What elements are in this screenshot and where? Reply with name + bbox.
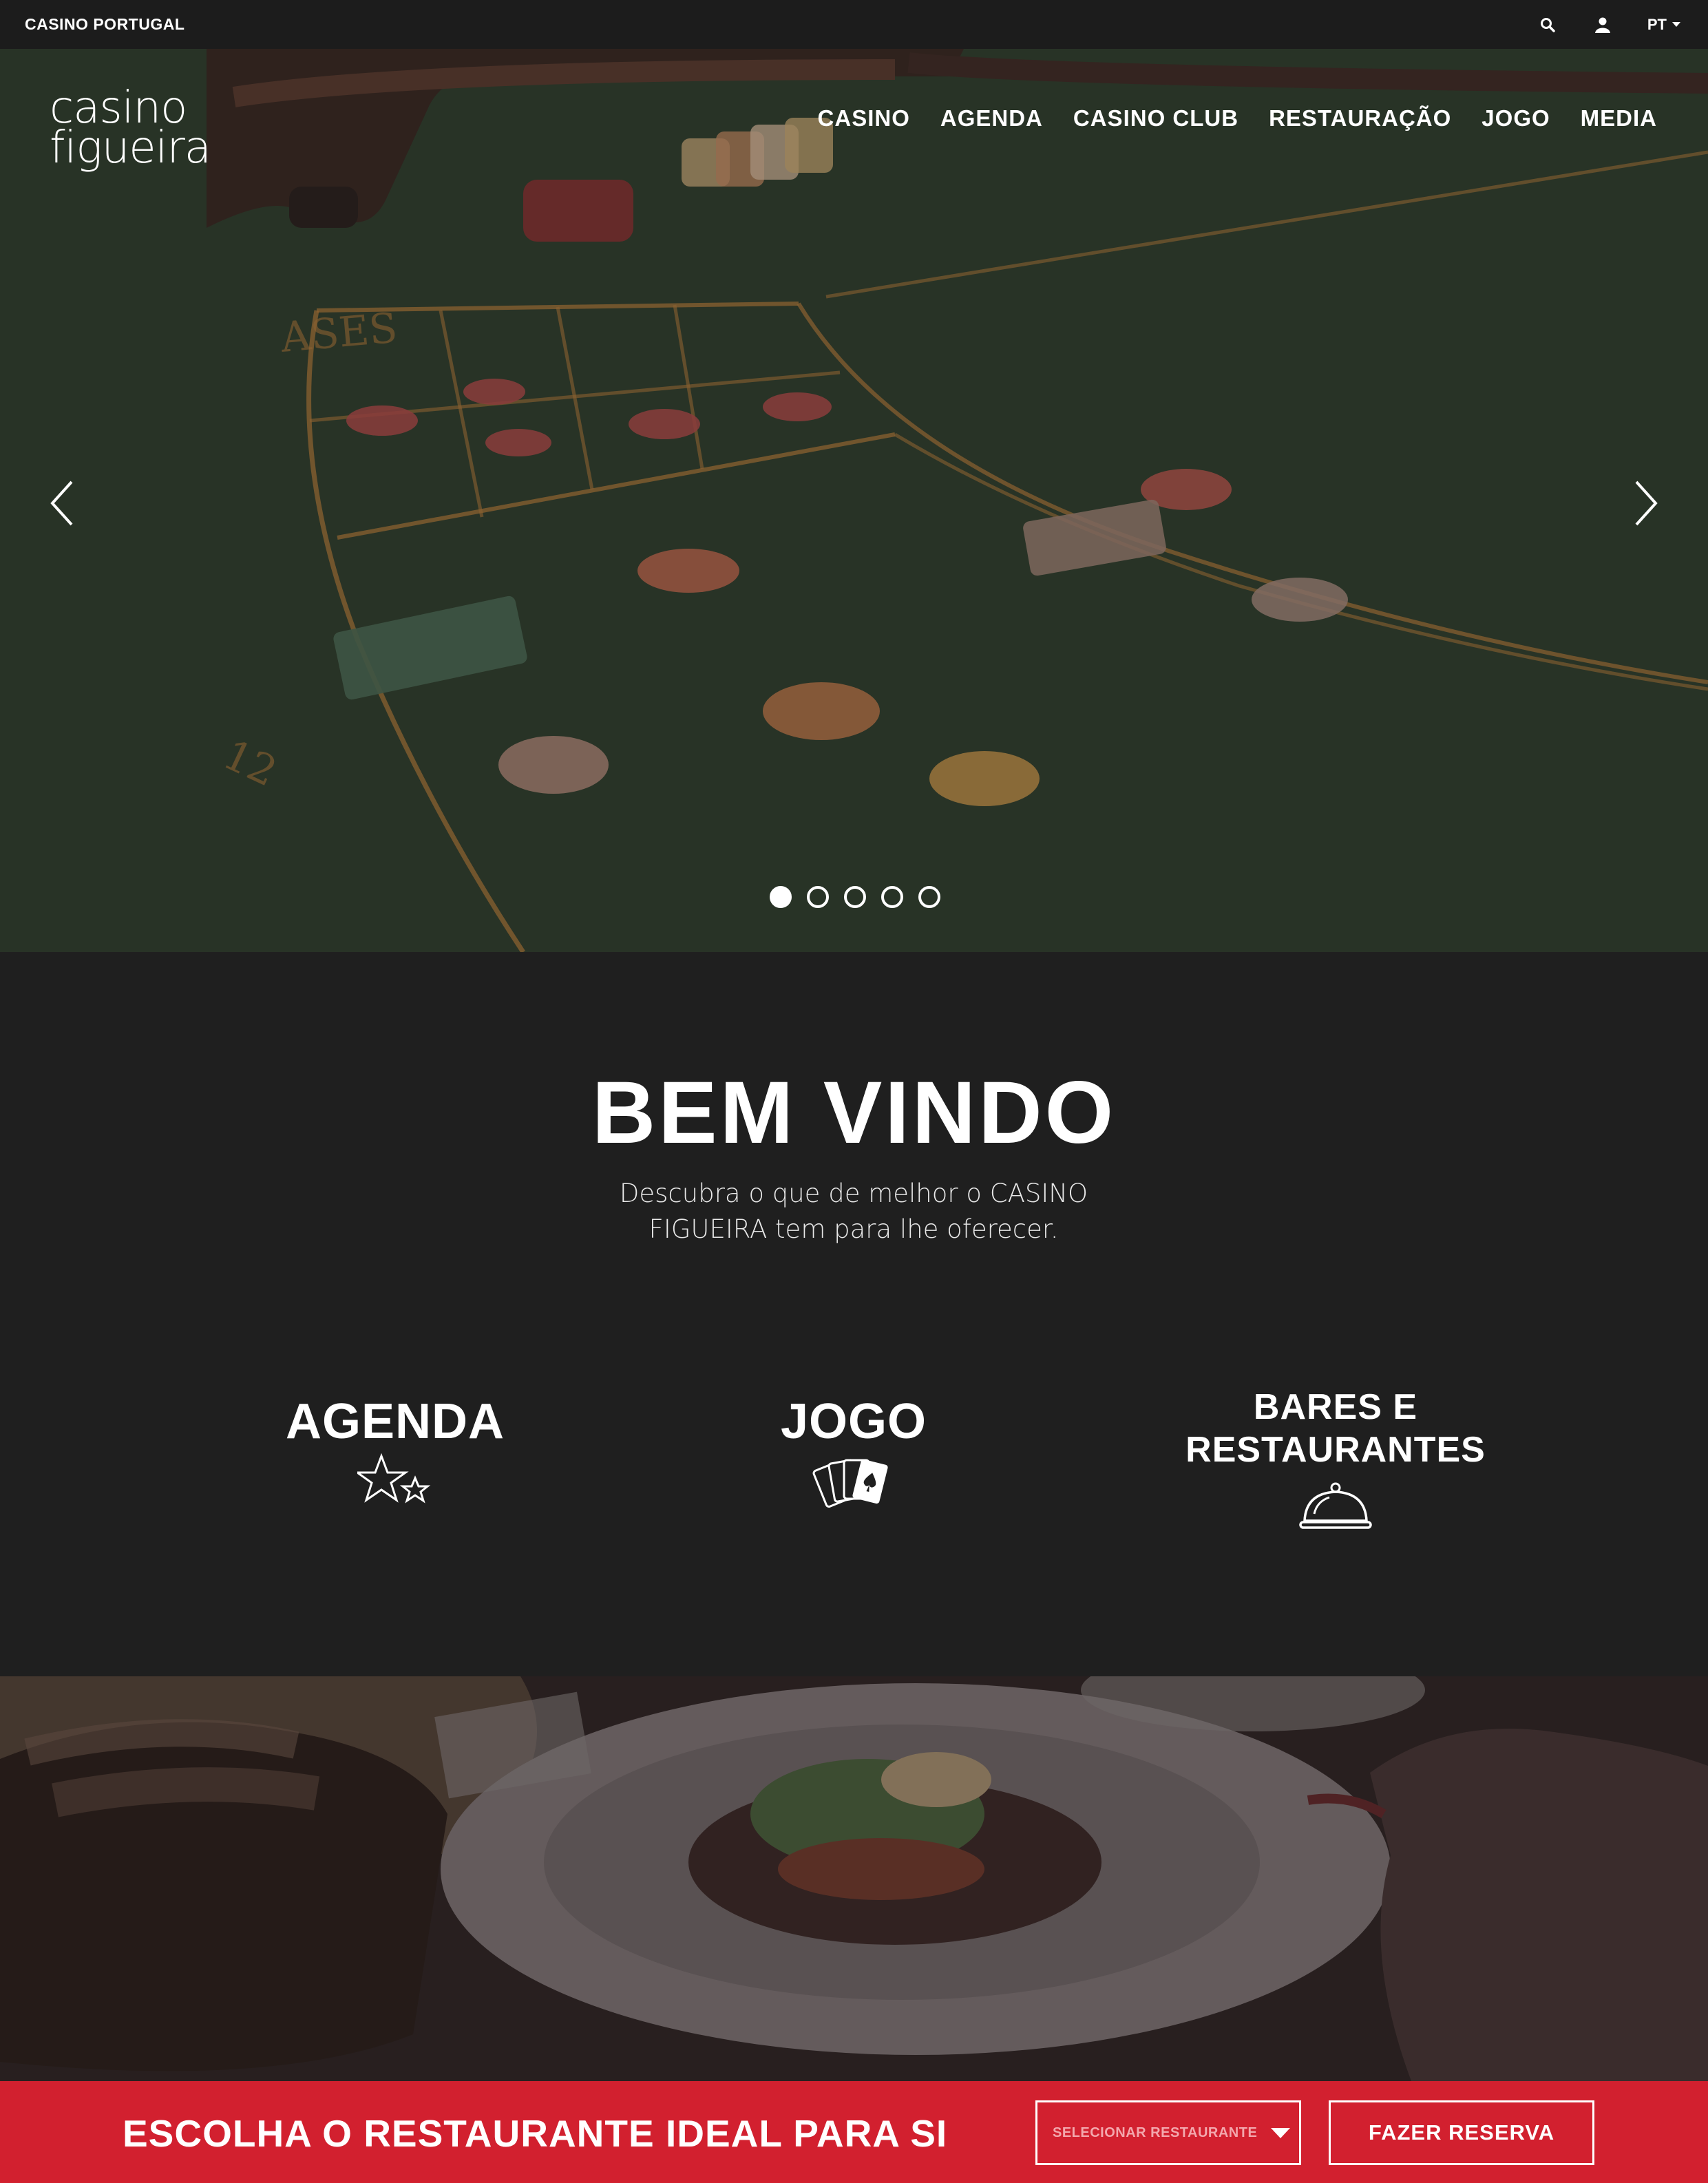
top-bar: CASINO PORTUGAL PT: [0, 0, 1708, 49]
nav-jogo[interactable]: JOGO: [1482, 105, 1550, 131]
hero-slider: ASES 12 casino figueira CASINO AGENDA CA…: [0, 49, 1708, 952]
nav-agenda[interactable]: AGENDA: [940, 105, 1043, 131]
feature-bares-restaurantes[interactable]: BARES E RESTAURANTES: [1095, 1386, 1577, 1535]
logo-line-2: figueira: [50, 122, 211, 173]
restaurant-select[interactable]: SELECIONAR RESTAURANTE: [1035, 2100, 1301, 2165]
language-selector[interactable]: PT: [1647, 16, 1680, 34]
slider-prev-arrow-icon[interactable]: [41, 469, 83, 538]
slider-next-arrow-icon[interactable]: [1625, 469, 1667, 538]
welcome-section: BEM VINDO Descubra o que de melhor o CAS…: [0, 952, 1708, 1676]
playing-cards-icon: [812, 1459, 888, 1508]
chevron-down-icon: [1672, 22, 1680, 27]
casino-portugal-link[interactable]: CASINO PORTUGAL: [25, 15, 184, 34]
search-icon[interactable]: [1537, 14, 1558, 35]
feature-bares-line1: BARES E: [1253, 1387, 1418, 1427]
nav-restauracao[interactable]: RESTAURAÇÃO: [1269, 105, 1451, 131]
feature-agenda-title: AGENDA: [285, 1394, 505, 1449]
restaurant-image: [0, 1676, 1708, 2081]
slider-dot-2[interactable]: [807, 886, 829, 908]
feature-agenda[interactable]: AGENDA: [154, 1394, 636, 1507]
feature-jogo-title: JOGO: [780, 1394, 927, 1449]
user-icon[interactable]: [1592, 14, 1613, 35]
slider-dot-4[interactable]: [881, 886, 903, 908]
slider-pagination: [770, 886, 940, 908]
casino-figueira-logo[interactable]: casino figueira: [50, 86, 211, 173]
casino-table-image: ASES 12: [0, 49, 1708, 952]
nav-casino-club[interactable]: CASINO CLUB: [1073, 105, 1238, 131]
food-plate-image: [0, 1676, 1708, 2081]
slider-dot-3[interactable]: [844, 886, 866, 908]
welcome-subtitle: Descubra o que de melhor o CASINO FIGUEI…: [619, 1179, 1088, 1244]
slider-dot-1[interactable]: [770, 886, 792, 908]
main-nav: CASINO AGENDA CASINO CLUB RESTAURAÇÃO JO…: [818, 105, 1657, 131]
chevron-down-icon: [1271, 2127, 1291, 2138]
nav-casino[interactable]: CASINO: [818, 105, 910, 131]
feature-bares-line2: RESTAURANTES: [1185, 1430, 1486, 1470]
stars-icon: [357, 1453, 431, 1504]
make-reservation-button[interactable]: FAZER RESERVA: [1329, 2100, 1594, 2165]
top-utilities: PT: [1537, 0, 1680, 49]
cloche-icon: [1299, 1482, 1372, 1529]
welcome-title: BEM VINDO: [591, 1064, 1117, 1162]
restaurant-select-placeholder: SELECIONAR RESTAURANTE: [1053, 2124, 1258, 2140]
slider-dot-5[interactable]: [918, 886, 940, 908]
nav-media[interactable]: MEDIA: [1581, 105, 1657, 131]
language-label: PT: [1647, 15, 1667, 33]
feature-jogo[interactable]: JOGO: [613, 1394, 1095, 1514]
reservation-bar: ESCOLHA O RESTAURANTE IDEAL PARA SI SELE…: [0, 2081, 1708, 2183]
reservation-title: ESCOLHA O RESTAURANTE IDEAL PARA SI: [123, 2112, 948, 2155]
